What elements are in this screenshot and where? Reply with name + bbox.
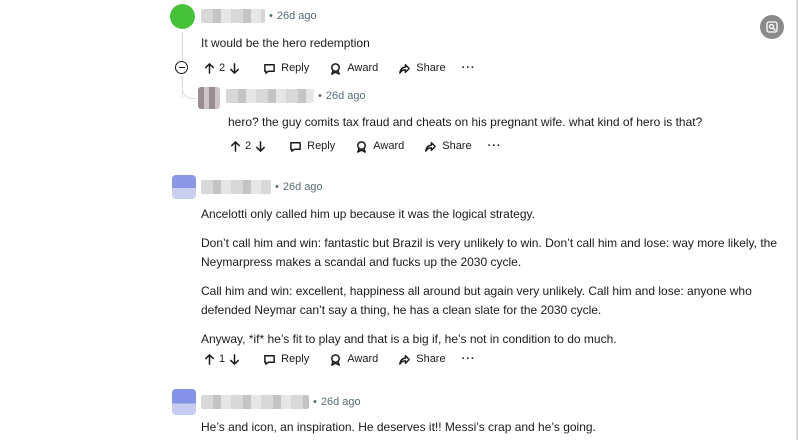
timestamp: 26d ago <box>282 181 323 193</box>
award-icon <box>331 62 341 75</box>
paragraph-continued: Neymarpress makes a scandal and fucks up… <box>201 255 522 269</box>
paragraph: Call him and win: excellent, happiness a… <box>201 284 752 298</box>
upvote-icon[interactable] <box>229 140 242 153</box>
share-icon <box>399 63 411 74</box>
award-button[interactable]: Award <box>329 62 378 75</box>
share-button[interactable]: Share <box>398 353 446 366</box>
paragraph-continued: defended Neymar can’t say a thing, he ha… <box>201 303 602 317</box>
comment-body: Ancelotti only called him up because it … <box>201 205 777 349</box>
thread-line <box>182 32 183 62</box>
share-icon <box>425 141 437 152</box>
paragraph: Don’t call him and win: fantastic but Br… <box>201 236 778 250</box>
avatar[interactable] <box>172 389 196 415</box>
reply-icon <box>290 141 302 152</box>
reply-button[interactable]: Reply <box>263 353 309 366</box>
username-redacted[interactable] <box>201 395 309 409</box>
paragraph: Anyway, *if* he’s fit to play and that i… <box>201 332 617 346</box>
paragraph: Ancelotti only called him up because it … <box>201 207 535 221</box>
vote-group: 2 <box>229 140 267 153</box>
more-options-button[interactable]: ··· <box>462 62 476 74</box>
downvote-icon[interactable] <box>228 62 241 75</box>
award-button[interactable]: Award <box>329 353 378 366</box>
comment-body: hero? the guy comits tax fraud and cheat… <box>228 115 703 129</box>
search-lens-button[interactable] <box>760 15 784 39</box>
reply-icon <box>264 354 276 365</box>
timestamp: 26d ago <box>320 396 361 408</box>
award-button[interactable]: Award <box>355 140 404 153</box>
action-bar: 2 Reply Award Share ··· <box>229 136 502 156</box>
comment-body: He’s and icon, an inspiration. He deserv… <box>201 420 596 434</box>
comment-meta: • 26d ago <box>201 180 323 194</box>
vote-count: 2 <box>219 62 226 74</box>
avatar[interactable] <box>198 87 220 109</box>
avatar[interactable] <box>172 175 196 199</box>
search-lens-icon <box>766 21 778 33</box>
upvote-icon[interactable] <box>203 62 216 75</box>
collapse-button[interactable] <box>175 61 188 74</box>
username-redacted[interactable] <box>226 89 314 103</box>
action-bar: 2 Reply Award Share ··· <box>203 58 476 78</box>
comment-body: It would be the hero redemption <box>201 36 370 50</box>
award-icon <box>357 140 367 153</box>
upvote-icon[interactable] <box>203 353 216 366</box>
share-button[interactable]: Share <box>398 62 446 75</box>
action-bar: 1 Reply Award Share ··· <box>203 349 476 369</box>
downvote-icon[interactable] <box>228 353 241 366</box>
comment-meta: • 26d ago <box>201 9 317 23</box>
downvote-icon[interactable] <box>254 140 267 153</box>
more-options-button[interactable]: ··· <box>488 140 502 152</box>
collapse-icon <box>178 66 185 69</box>
vote-group: 2 <box>203 62 241 75</box>
avatar[interactable] <box>170 4 195 29</box>
comment-meta: • 26d ago <box>201 395 361 409</box>
award-icon <box>331 353 341 366</box>
vote-count: 2 <box>245 140 252 152</box>
vote-count: 1 <box>219 353 226 365</box>
reply-icon <box>264 63 276 74</box>
reply-button[interactable]: Reply <box>263 62 309 75</box>
timestamp: 26d ago <box>325 90 366 102</box>
more-options-button[interactable]: ··· <box>462 353 476 365</box>
username-redacted[interactable] <box>201 9 265 23</box>
vote-group: 1 <box>203 353 241 366</box>
comment-meta: • 26d ago <box>226 89 366 103</box>
username-redacted[interactable] <box>201 180 271 194</box>
share-button[interactable]: Share <box>424 140 472 153</box>
timestamp: 26d ago <box>276 10 317 22</box>
reply-button[interactable]: Reply <box>289 140 335 153</box>
share-icon <box>399 354 411 365</box>
